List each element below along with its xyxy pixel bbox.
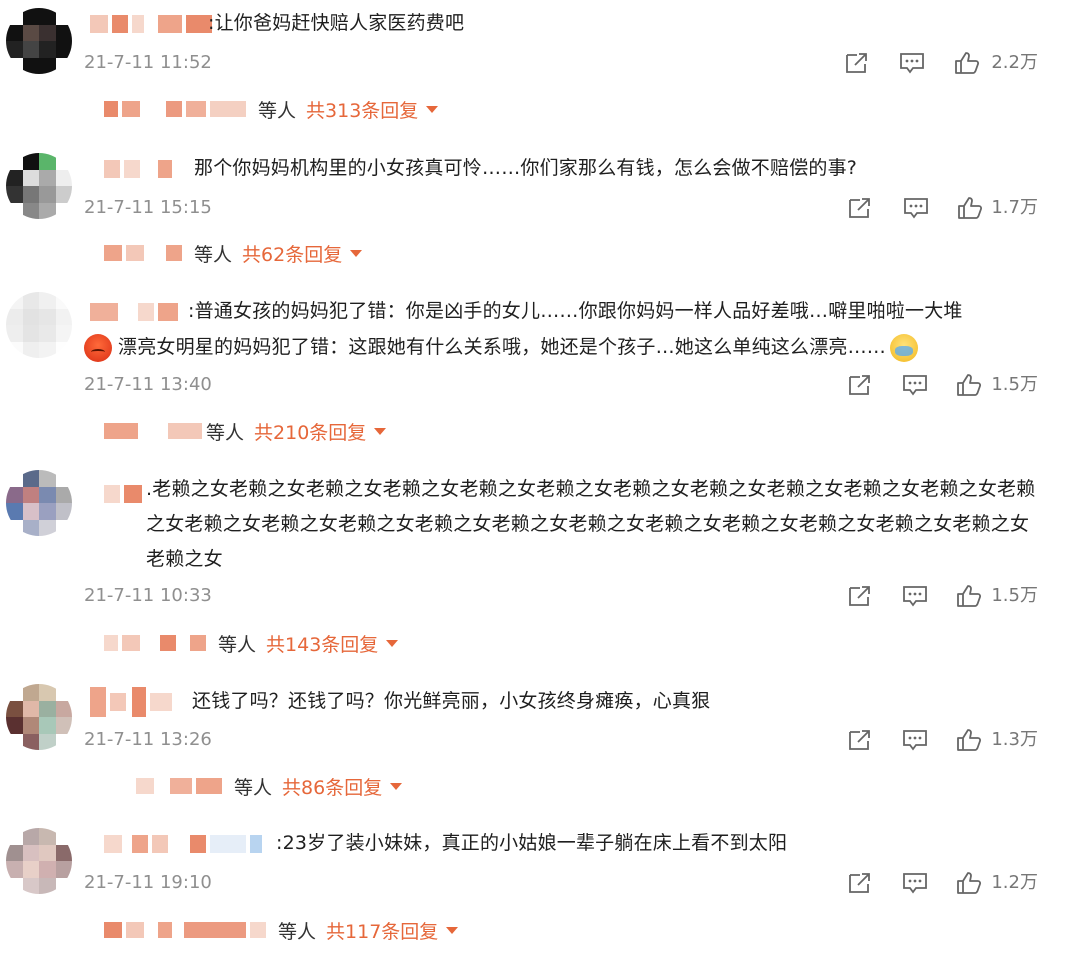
comment-text: :普通女孩的妈妈犯了错：你是凶手的女儿……你跟你妈妈一样人品好差哦…噼里啪啦一大… xyxy=(188,300,963,322)
reply-summary[interactable]: 等人 共210条回复 xyxy=(104,416,387,446)
like-icon[interactable] xyxy=(956,728,982,752)
caret-down-icon[interactable] xyxy=(390,782,403,790)
comment-text: .老赖之女老赖之女老赖之女老赖之女老赖之女老赖之女老赖之女老赖之女老赖之女老赖之… xyxy=(146,478,1036,570)
reply-by: 等人 xyxy=(234,776,273,799)
comment-text: :23岁了装小妹妹，真正的小姑娘一辈子躺在床上看不到太阳 xyxy=(276,832,788,854)
caret-down-icon[interactable] xyxy=(350,249,363,257)
like-icon[interactable] xyxy=(956,373,982,397)
reply-by: 等人 xyxy=(218,633,257,656)
comment-time: 21-7-11 10:33 xyxy=(84,585,212,606)
caret-down-icon[interactable] xyxy=(374,427,387,435)
comment-icon[interactable] xyxy=(902,373,928,397)
reply-by: 等人 xyxy=(194,243,233,266)
comment-meta: 21-7-11 11:52 2.2万 xyxy=(84,48,1044,78)
avatar[interactable] xyxy=(6,828,72,894)
reply-count-link[interactable]: 共117条回复 xyxy=(326,917,438,944)
comment-icon[interactable] xyxy=(903,196,929,220)
commenter-name-blurred[interactable] xyxy=(90,687,176,717)
like-icon[interactable] xyxy=(956,584,982,608)
share-icon[interactable] xyxy=(847,196,873,220)
commenter-name-blurred[interactable] xyxy=(104,830,266,858)
like-icon[interactable] xyxy=(957,196,983,220)
caret-down-icon[interactable] xyxy=(446,926,459,934)
like-count: 1.3万 xyxy=(991,729,1038,750)
reply-count-link[interactable]: 共313条回复 xyxy=(306,96,418,123)
comment-text-line2-content: 漂亮女明星的妈妈犯了错：这跟她有什么关系哦，她还是个孩子…她这么单纯这么漂亮…… xyxy=(118,336,887,358)
share-icon[interactable] xyxy=(847,584,873,608)
like-count: 2.2万 xyxy=(991,52,1038,73)
like-icon[interactable] xyxy=(956,871,982,895)
like-count: 1.2万 xyxy=(991,872,1038,893)
avatar[interactable] xyxy=(6,470,72,536)
comment-icon[interactable] xyxy=(902,728,928,752)
reply-summary[interactable]: 等人 共62条回复 xyxy=(104,238,363,268)
comment-icon[interactable] xyxy=(902,871,928,895)
comment-time: 21-7-11 19:10 xyxy=(84,872,212,893)
caret-down-icon[interactable] xyxy=(426,105,439,113)
reply-summary[interactable]: 等人 共313条回复 xyxy=(104,94,439,124)
reply-count-link[interactable]: 共143条回复 xyxy=(266,630,378,657)
comment-time: 21-7-11 13:26 xyxy=(84,729,212,750)
comment-meta: 21-7-11 15:15 1.7万 xyxy=(84,193,1044,223)
share-icon[interactable] xyxy=(847,728,873,752)
reply-by: 等人 xyxy=(278,920,317,943)
like-icon[interactable] xyxy=(954,51,980,75)
comment-text: 还钱了吗？还钱了吗？你光鲜亮丽，小女孩终身瘫痪，心真狠 xyxy=(192,690,711,712)
reply-summary[interactable]: 等人 共86条回复 xyxy=(136,771,403,801)
commenter-name-blurred[interactable] xyxy=(104,155,176,183)
reply-count-link[interactable]: 共86条回复 xyxy=(282,773,382,800)
comment-time: 21-7-11 15:15 xyxy=(84,197,212,218)
reply-summary[interactable]: 等人 共143条回复 xyxy=(104,628,399,658)
commenter-name-blurred[interactable] xyxy=(90,10,216,38)
reply-by: 等人 xyxy=(258,99,297,122)
comment-meta: 21-7-11 19:10 1.2万 xyxy=(84,868,1044,898)
crying-emoji-icon xyxy=(890,333,919,362)
like-count: 1.5万 xyxy=(991,585,1038,606)
comment-meta: 21-7-11 13:26 1.3万 xyxy=(84,725,1044,755)
comment-text: :让你爸妈赶快赔人家医药费吧 xyxy=(208,12,465,34)
reply-count-link[interactable]: 共210条回复 xyxy=(254,418,366,445)
like-count: 1.7万 xyxy=(991,197,1038,218)
avatar[interactable] xyxy=(6,8,72,74)
commenter-name-blurred[interactable] xyxy=(90,298,182,326)
share-icon[interactable] xyxy=(847,373,873,397)
share-icon[interactable] xyxy=(847,871,873,895)
avatar[interactable] xyxy=(6,684,72,750)
commenter-name-blurred[interactable] xyxy=(104,480,146,508)
comment-icon[interactable] xyxy=(902,584,928,608)
angry-emoji-icon xyxy=(84,333,112,362)
avatar[interactable] xyxy=(6,153,72,219)
comment-icon[interactable] xyxy=(899,51,925,75)
avatar[interactable] xyxy=(6,292,72,358)
comment-text-line2: 漂亮女明星的妈妈犯了错：这跟她有什么关系哦，她还是个孩子…她这么单纯这么漂亮…… xyxy=(84,330,1044,365)
comment-meta: 21-7-11 10:33 1.5万 xyxy=(84,581,1044,611)
reply-count-link[interactable]: 共62条回复 xyxy=(242,240,342,267)
reply-summary[interactable]: 等人 共117条回复 xyxy=(104,915,459,945)
reply-by: 等人 xyxy=(206,421,245,444)
like-count: 1.5万 xyxy=(991,374,1038,395)
share-icon[interactable] xyxy=(844,51,870,75)
caret-down-icon[interactable] xyxy=(386,639,399,647)
comment-text: 那个你妈妈机构里的小女孩真可怜……你们家那么有钱，怎么会做不赔偿的事? xyxy=(194,157,858,179)
comment-time: 21-7-11 11:52 xyxy=(84,52,212,73)
comment-time: 21-7-11 13:40 xyxy=(84,374,212,395)
comment-meta: 21-7-11 13:40 1.5万 xyxy=(84,370,1044,400)
